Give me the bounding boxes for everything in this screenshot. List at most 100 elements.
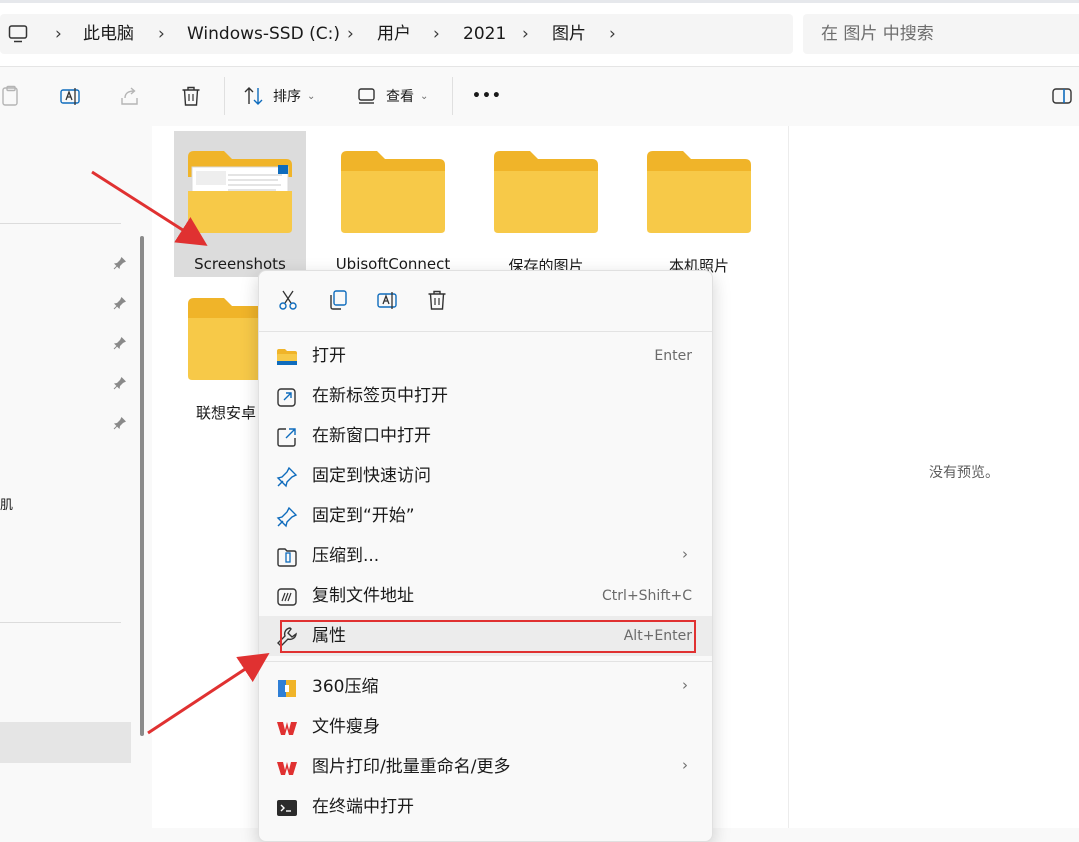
folder-icon bbox=[494, 151, 598, 233]
menu-item-open-new-window[interactable]: 在新窗口中打开 bbox=[259, 416, 712, 456]
search-placeholder: 在 图片 中搜索 bbox=[821, 24, 934, 44]
breadcrumb-users[interactable]: 用户 bbox=[377, 22, 411, 46]
chevron-down-icon: ⌄ bbox=[307, 90, 316, 102]
paste-icon bbox=[2, 85, 18, 106]
preview-pane: 没有预览。 bbox=[788, 126, 1079, 828]
wps-icon bbox=[277, 762, 297, 775]
chevron-right-icon[interactable]: › bbox=[433, 22, 440, 46]
chevron-right-icon: › bbox=[682, 676, 688, 694]
search-input[interactable]: 在 图片 中搜索 bbox=[803, 14, 1079, 54]
menu-item-label: 在终端中打开 bbox=[312, 797, 414, 817]
share-icon bbox=[121, 87, 138, 105]
pin-icon[interactable] bbox=[113, 336, 127, 350]
folder-item[interactable]: 保存的图片 bbox=[480, 131, 612, 277]
terminal-icon bbox=[277, 800, 297, 816]
menu-item-copy-path[interactable]: 复制文件地址 Ctrl+Shift+C bbox=[259, 576, 712, 616]
folder-item[interactable]: Screenshots bbox=[174, 131, 306, 277]
folder-item[interactable]: 本机照片 bbox=[633, 131, 765, 277]
pin-icon[interactable] bbox=[113, 376, 127, 390]
share-button[interactable] bbox=[119, 85, 141, 107]
cut-icon[interactable] bbox=[277, 289, 299, 311]
breadcrumb-drive-c[interactable]: Windows-SSD (C:) bbox=[187, 22, 340, 46]
menu-item-compress[interactable]: 压缩到... › bbox=[259, 536, 712, 576]
menu-item-label: 压缩到... bbox=[312, 546, 380, 566]
details-pane-icon bbox=[1052, 88, 1072, 104]
open-folder-icon bbox=[277, 349, 297, 365]
nav-divider bbox=[0, 622, 121, 623]
chevron-right-icon[interactable]: › bbox=[55, 22, 62, 46]
sort-button[interactable]: 排序 ⌄ bbox=[243, 85, 315, 107]
nav-scrollbar[interactable] bbox=[140, 236, 144, 736]
details-pane-button[interactable] bbox=[1051, 85, 1073, 107]
computer-icon[interactable] bbox=[8, 24, 28, 44]
folder-item[interactable]: UbisoftConnect bbox=[327, 131, 459, 277]
delete-button[interactable] bbox=[180, 85, 202, 107]
chevron-down-icon: ⌄ bbox=[420, 90, 429, 102]
breadcrumb-pictures[interactable]: 图片 bbox=[552, 22, 586, 46]
chevron-right-icon[interactable]: › bbox=[347, 22, 354, 46]
folder-icon bbox=[188, 151, 292, 233]
window-top-border bbox=[0, 0, 1079, 3]
view-button[interactable]: 查看 ⌄ bbox=[356, 85, 428, 107]
more-icon: ••• bbox=[472, 88, 502, 104]
breadcrumb-2021[interactable]: 2021 bbox=[463, 22, 506, 46]
copy-path-icon bbox=[277, 588, 297, 606]
menu-item-image-print[interactable]: 图片打印/批量重命名/更多 › bbox=[259, 747, 712, 787]
copy-icon[interactable] bbox=[327, 289, 349, 311]
delete-icon bbox=[182, 86, 200, 106]
pin-icon[interactable] bbox=[113, 296, 127, 310]
menu-item-open-new-tab[interactable]: 在新标签页中打开 bbox=[259, 376, 712, 416]
menu-item-label: 复制文件地址 bbox=[312, 586, 414, 606]
address-bar: › 此电脑 › Windows-SSD (C:) › 用户 › 2021 › 图… bbox=[0, 0, 1079, 66]
menu-item-open[interactable]: 打开 Enter bbox=[259, 336, 712, 376]
pin-icon[interactable] bbox=[113, 416, 127, 430]
menu-item-label: 在新标签页中打开 bbox=[312, 386, 448, 406]
context-menu-quick-actions bbox=[259, 271, 712, 331]
chevron-right-icon[interactable]: › bbox=[158, 22, 165, 46]
menu-item-360-compress[interactable]: 360压缩 › bbox=[259, 667, 712, 707]
menu-item-shortcut: Enter bbox=[654, 348, 692, 364]
zip-icon bbox=[277, 548, 297, 567]
nav-divider bbox=[0, 223, 121, 224]
sort-label: 排序 bbox=[273, 89, 301, 105]
nav-item-label[interactable]: 肌 bbox=[0, 494, 13, 513]
chevron-right-icon: › bbox=[682, 756, 688, 774]
menu-divider bbox=[259, 331, 712, 332]
pin-icon bbox=[276, 506, 298, 528]
menu-item-file-slim[interactable]: 文件瘦身 bbox=[259, 707, 712, 747]
rename-icon bbox=[60, 88, 80, 105]
rename-icon[interactable] bbox=[376, 289, 398, 311]
new-window-icon bbox=[277, 428, 296, 447]
new-tab-icon bbox=[277, 388, 296, 407]
view-icon bbox=[358, 88, 375, 104]
menu-item-label: 360压缩 bbox=[312, 677, 379, 697]
pin-icon bbox=[276, 466, 298, 488]
delete-icon[interactable] bbox=[426, 289, 448, 311]
command-bar: 排序 ⌄ 查看 ⌄ ••• bbox=[0, 66, 1079, 127]
pin-icon[interactable] bbox=[113, 256, 127, 270]
more-options-button[interactable]: ••• bbox=[472, 85, 502, 107]
menu-item-open-terminal[interactable]: 在终端中打开 bbox=[259, 787, 712, 827]
context-menu: 打开 Enter 在新标签页中打开 在新窗口中打开 固定到快速访问 固定到“开始… bbox=[258, 270, 713, 842]
menu-item-pin-start[interactable]: 固定到“开始” bbox=[259, 496, 712, 536]
menu-item-label: 固定到快速访问 bbox=[312, 466, 431, 486]
view-label: 查看 bbox=[386, 89, 414, 105]
breadcrumb-this-pc[interactable]: 此电脑 bbox=[83, 22, 134, 46]
menu-item-pin-quick-access[interactable]: 固定到快速访问 bbox=[259, 456, 712, 496]
chevron-right-icon[interactable]: › bbox=[522, 22, 529, 46]
menu-item-shortcut: Ctrl+Shift+C bbox=[602, 588, 692, 604]
toolbar-separator bbox=[224, 77, 225, 115]
menu-item-label: 文件瘦身 bbox=[312, 717, 380, 737]
nav-item-selected[interactable] bbox=[0, 722, 131, 763]
rename-button[interactable] bbox=[59, 85, 81, 107]
wps-icon bbox=[277, 722, 297, 735]
menu-item-label: 固定到“开始” bbox=[312, 506, 415, 526]
menu-divider bbox=[259, 661, 712, 662]
360-zip-icon bbox=[278, 680, 296, 697]
annotation-highlight-box bbox=[280, 620, 696, 653]
paste-button[interactable] bbox=[0, 85, 22, 107]
no-preview-text: 没有预览。 bbox=[929, 465, 999, 481]
chevron-right-icon[interactable]: › bbox=[609, 22, 616, 46]
chevron-right-icon: › bbox=[682, 545, 688, 563]
menu-item-label: 在新窗口中打开 bbox=[312, 426, 431, 446]
